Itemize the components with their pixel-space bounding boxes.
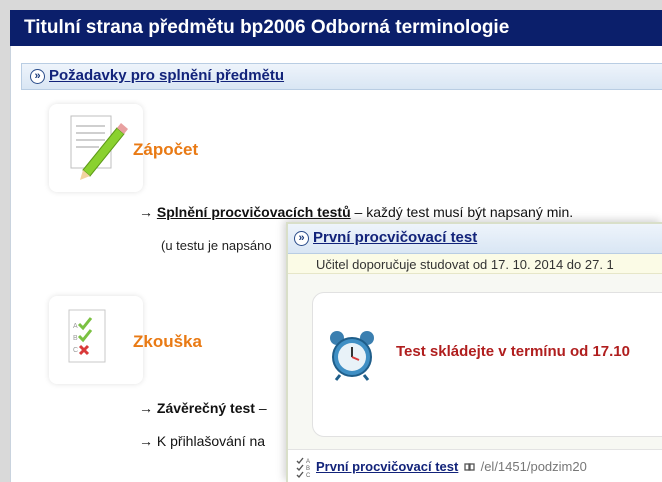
zapocet-heading: Zápočet xyxy=(133,140,199,159)
arrow-glyph: → xyxy=(139,433,153,449)
checklist-icon: A B C xyxy=(68,309,106,363)
svg-text:A: A xyxy=(306,459,310,465)
footer-test-link[interactable]: První procvičovací test xyxy=(316,459,458,474)
zapocet-card xyxy=(49,104,143,192)
svg-text:C: C xyxy=(306,473,311,479)
link-icon[interactable] xyxy=(464,462,475,472)
zapocet-requirement: → Splnění procvičovacích testů – každý t… xyxy=(139,204,573,220)
zapocet-req-rest: – každý test musí být napsaný min. xyxy=(350,204,574,220)
quiz-abc-icon: A B C xyxy=(296,457,311,479)
zkouska-line1-bold: Závěrečný test xyxy=(156,400,255,416)
svg-text:C: C xyxy=(73,347,78,354)
section-header[interactable]: » Požadavky pro splnění předmětu xyxy=(21,63,662,90)
zkouska-line-2: → K přihlašování na xyxy=(139,433,265,449)
popup-title-link[interactable]: První procvičovací test xyxy=(313,229,477,246)
zkouska-line1-rest: – xyxy=(254,400,267,416)
section-title-link[interactable]: Požadavky pro splnění předmětu xyxy=(49,67,284,84)
popup-header[interactable]: » První procvičovací test xyxy=(288,224,662,254)
zkouska-heading: Zkouška xyxy=(133,332,202,351)
arrow-glyph: → xyxy=(139,400,153,416)
svg-text:B: B xyxy=(73,335,78,342)
expand-icon[interactable]: » xyxy=(30,69,45,84)
expand-icon[interactable]: » xyxy=(294,231,309,246)
page-title: Titulní strana předmětu bp2006 Odborná t… xyxy=(10,10,662,46)
svg-text:A: A xyxy=(73,323,78,330)
teacher-recommendation: Učitel doporučuje studovat od 17. 10. 20… xyxy=(288,254,662,274)
footer-path: /el/1451/podzim20 xyxy=(480,459,587,474)
alarm-clock-icon xyxy=(330,331,374,381)
zapocet-req-bold: Splnění procvičovacích testů xyxy=(156,204,351,220)
arrow-glyph: → xyxy=(139,204,153,220)
zkouska-card: A B C xyxy=(49,296,143,384)
zkouska-line-1: → Závěrečný test – xyxy=(139,400,267,416)
pencil-note-icon xyxy=(70,115,128,180)
test-deadline-warning: Test skládejte v termínu od 17.10 xyxy=(396,343,630,360)
svg-text:B: B xyxy=(306,466,310,472)
test-popup: » První procvičovací test Učitel doporuču… xyxy=(286,222,662,482)
popup-footer: A B C První procvičovací test /el/1451/p… xyxy=(288,449,662,482)
zapocet-note: (u testu je napsáno xyxy=(161,238,272,253)
zkouska-line2-text: K přihlašování na xyxy=(156,433,266,449)
